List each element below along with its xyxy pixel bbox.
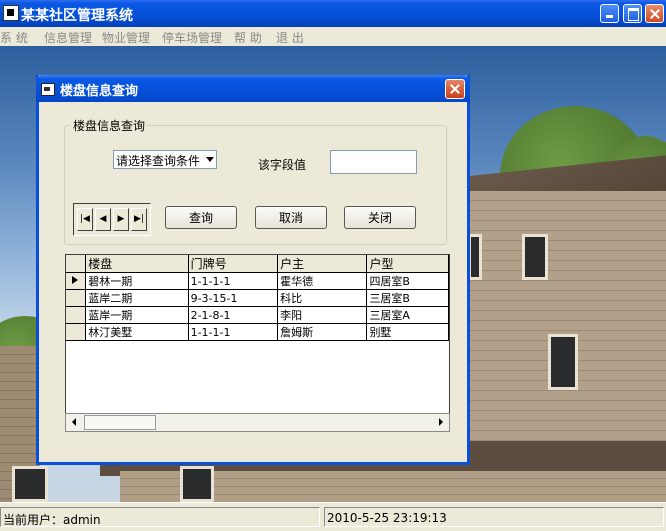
close-button[interactable]: [645, 4, 664, 23]
statusbar: 当前用户：admin 2010-5-25 23:19:13: [0, 502, 666, 531]
scroll-thumb[interactable]: [84, 415, 156, 430]
grid-cell[interactable]: 霍华德: [277, 272, 368, 290]
field-value-input[interactable]: [330, 150, 417, 174]
house-window: [468, 234, 482, 280]
maximize-button[interactable]: [623, 4, 642, 23]
property-grid: 楼盘 门牌号 户主 户型 碧林一期 1-1-1-1 霍华德 四居室B 蓝岸二期 …: [65, 254, 450, 432]
grid-cell[interactable]: 四居室B: [366, 272, 449, 290]
grid-cell[interactable]: 李阳: [277, 306, 368, 324]
query-button[interactable]: 查询: [165, 206, 237, 229]
grid-cell[interactable]: 1-1-1-1: [188, 272, 279, 290]
house-window: [522, 234, 548, 280]
query-condition-select[interactable]: 请选择查询条件: [113, 150, 217, 169]
grid-cell[interactable]: 蓝岸一期: [85, 306, 189, 324]
grid-table: 楼盘 门牌号 户主 户型 碧林一期 1-1-1-1 霍华德 四居室B 蓝岸二期 …: [66, 255, 449, 341]
row-selector[interactable]: [66, 289, 87, 307]
last-record-icon[interactable]: ▶|: [131, 208, 147, 231]
grid-header-cell[interactable]: 户型: [366, 255, 449, 273]
house-window: [12, 466, 48, 502]
chevron-down-icon: [206, 157, 214, 162]
app-title: 某某社区管理系统: [21, 8, 133, 24]
grid-header-cell[interactable]: 门牌号: [188, 255, 279, 273]
row-selector[interactable]: [66, 272, 87, 290]
menu-system[interactable]: 系 统: [0, 29, 28, 46]
grid-cell[interactable]: 别墅: [366, 323, 449, 341]
prev-record-icon[interactable]: ◀: [95, 208, 111, 231]
grid-cell[interactable]: 2-1-8-1: [188, 306, 279, 324]
next-record-icon[interactable]: ▶: [113, 208, 129, 231]
grid-cell[interactable]: 1-1-1-1: [188, 323, 279, 341]
grid-cell[interactable]: 詹姆斯: [277, 323, 368, 341]
current-row-icon: [72, 276, 78, 284]
app-titlebar: 某某社区管理系统: [0, 0, 666, 27]
grid-cell[interactable]: 9-3-15-1: [188, 289, 279, 307]
status-current-user: 当前用户：admin: [0, 507, 320, 527]
grid-cell[interactable]: 碧林一期: [85, 272, 189, 290]
dialog-title: 楼盘信息查询: [60, 84, 139, 99]
grid-cell[interactable]: 科比: [277, 289, 368, 307]
dialog-close-button[interactable]: [445, 79, 465, 99]
app-icon: [3, 5, 19, 21]
minimize-button[interactable]: [600, 4, 619, 23]
field-value-label: 该字段值: [258, 158, 307, 172]
menu-property-management[interactable]: 物业管理: [102, 29, 150, 46]
table-row[interactable]: 林汀美墅 1-1-1-1 詹姆斯 别墅: [66, 323, 449, 341]
close-dialog-button[interactable]: 关闭: [344, 206, 416, 229]
menu-help[interactable]: 帮 助: [234, 29, 262, 46]
grid-cell[interactable]: 林汀美墅: [85, 323, 189, 341]
scroll-left-icon[interactable]: [72, 418, 76, 426]
property-query-dialog: 楼盘信息查询 楼盘信息查询 请选择查询条件 该字段值 |◀ ◀ ▶ ▶| 查询 …: [36, 75, 470, 465]
grid-header-cell[interactable]: 楼盘: [85, 255, 189, 273]
row-selector[interactable]: [66, 323, 87, 341]
grid-cell[interactable]: 三居室B: [366, 289, 449, 307]
table-row[interactable]: 蓝岸一期 2-1-8-1 李阳 三居室A: [66, 306, 449, 324]
grid-cell[interactable]: 蓝岸二期: [85, 289, 189, 307]
status-datetime: 2010-5-25 23:19:13: [324, 507, 664, 527]
horizontal-scrollbar[interactable]: [65, 413, 450, 432]
table-row[interactable]: 蓝岸二期 9-3-15-1 科比 三居室B: [66, 289, 449, 307]
house-window: [180, 466, 214, 502]
grid-header-cell[interactable]: 户主: [277, 255, 368, 273]
cancel-button[interactable]: 取消: [255, 206, 327, 229]
scroll-right-icon[interactable]: [439, 418, 443, 426]
grid-corner: [66, 255, 87, 273]
menu-exit[interactable]: 退 出: [276, 29, 304, 46]
menu-parking-management[interactable]: 停车场管理: [162, 29, 222, 46]
table-row[interactable]: 碧林一期 1-1-1-1 霍华德 四居室B: [66, 272, 449, 290]
grid-cell[interactable]: 三居室A: [366, 306, 449, 324]
menu-info-management[interactable]: 信息管理: [44, 29, 92, 46]
dialog-icon: [41, 83, 55, 96]
record-navigator: |◀ ◀ ▶ ▶|: [73, 203, 151, 236]
row-selector[interactable]: [66, 306, 87, 324]
house-window: [548, 334, 578, 390]
dialog-titlebar: 楼盘信息查询: [36, 75, 470, 102]
query-condition-value: 请选择查询条件: [116, 154, 201, 168]
grid-header-row: 楼盘 门牌号 户主 户型: [66, 255, 449, 273]
first-record-icon[interactable]: |◀: [77, 208, 93, 231]
menubar: 系 统 信息管理 物业管理 停车场管理 帮 助 退 出: [0, 27, 666, 46]
group-label: 楼盘信息查询: [71, 117, 148, 134]
